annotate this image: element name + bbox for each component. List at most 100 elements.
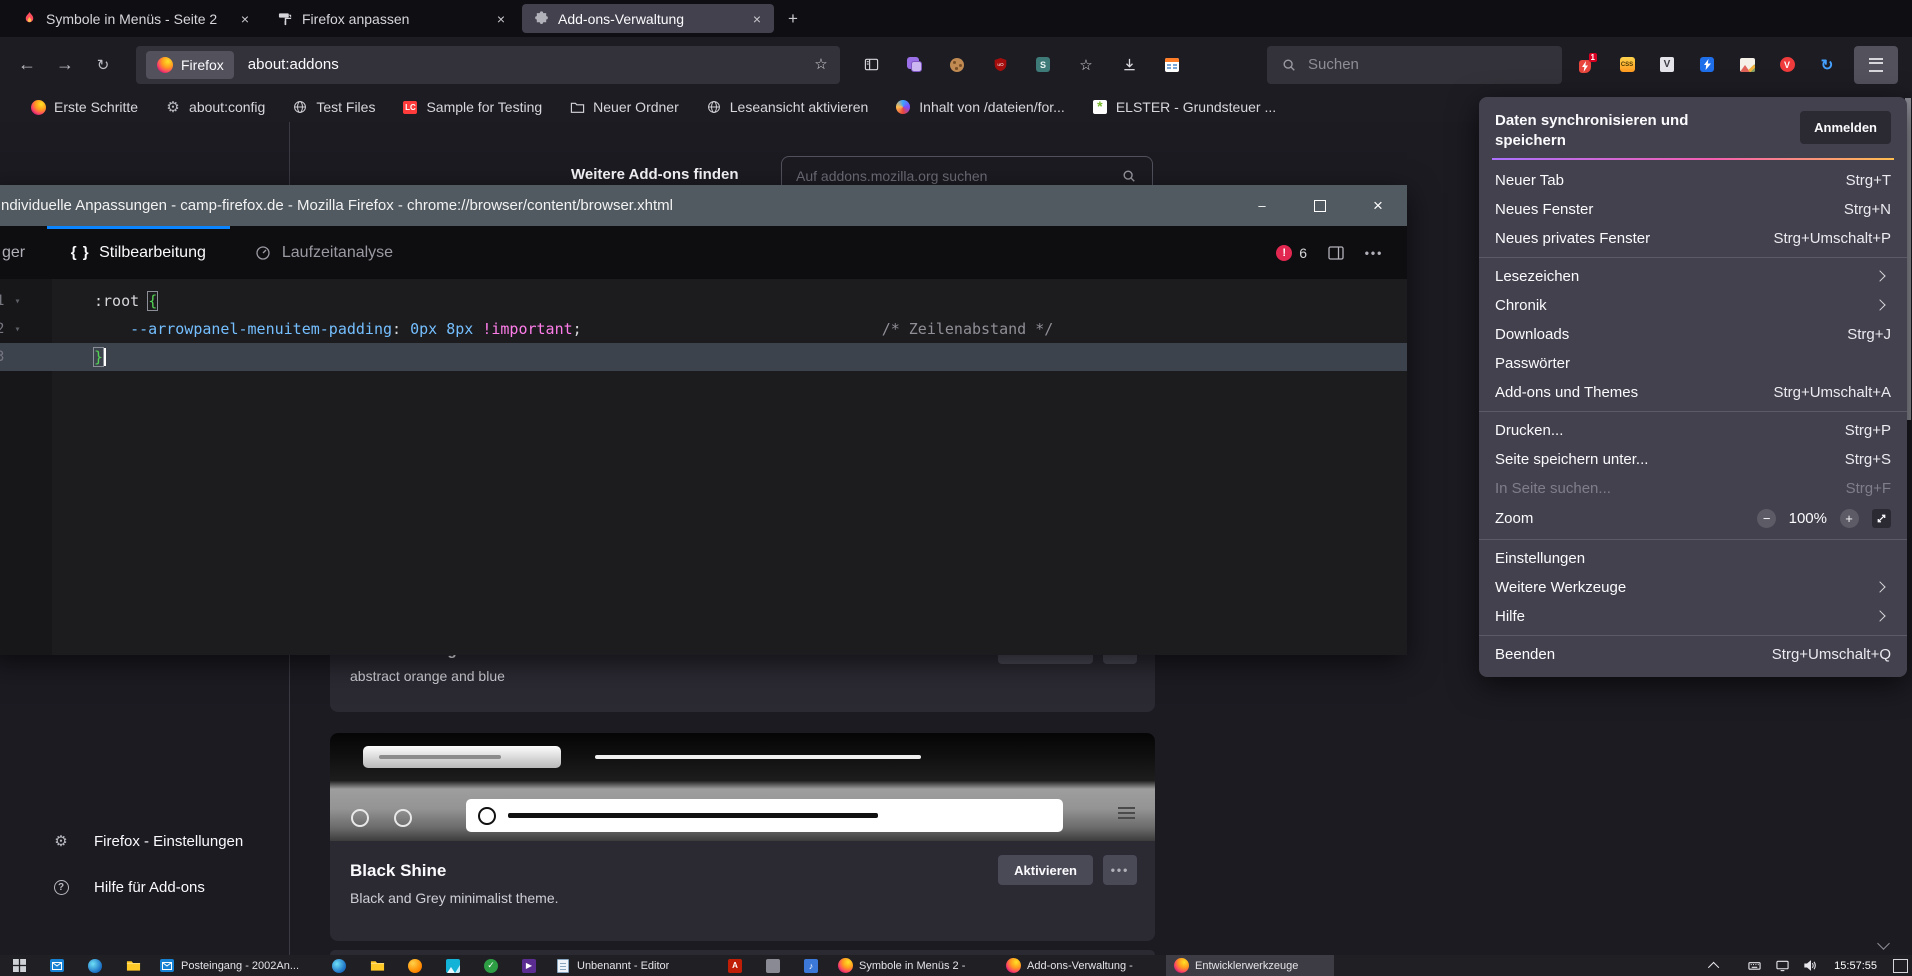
screenshot-icon[interactable] — [1738, 56, 1756, 74]
taskbar-icon-button[interactable]: ♪ — [792, 955, 830, 976]
sidebar-icon[interactable] — [862, 56, 880, 74]
reload-button[interactable]: ↻ — [84, 46, 122, 84]
bookmark-item[interactable]: Neuer Ordner — [555, 95, 692, 119]
menu-item[interactable]: Passwörter — [1479, 349, 1907, 378]
maximize-button[interactable] — [1291, 185, 1349, 226]
tray-expand-button[interactable] — [1696, 955, 1734, 976]
taskbar-icon-button[interactable] — [434, 955, 472, 976]
bookmark-star-button[interactable]: ☆ — [812, 55, 830, 74]
badge-lightning-icon[interactable]: 1 — [1578, 56, 1596, 74]
taskbar-clock[interactable]: 15:57:55 — [1834, 960, 1877, 972]
taskbar-app[interactable]: Entwicklerwerkzeuge — [1166, 955, 1334, 976]
new-tab-button[interactable]: + — [776, 4, 810, 33]
taskbar-icon-button[interactable] — [0, 955, 38, 976]
menu-item[interactable]: DownloadsStrg+J — [1479, 320, 1907, 349]
bookmark-item[interactable]: Test Files — [278, 95, 388, 119]
bookmark-item[interactable]: ⚙about:config — [151, 95, 278, 119]
partial-tab-label[interactable]: ger — [2, 244, 25, 262]
bookmark-item[interactable]: Erste Schritte — [16, 95, 151, 119]
menu-item[interactable]: Seite speichern unter...Strg+S — [1479, 445, 1907, 474]
bookmark-item[interactable]: Leseansicht aktivieren — [692, 95, 882, 119]
taskbar-icon-button[interactable] — [396, 955, 434, 976]
taskbar-icon-button[interactable] — [114, 955, 152, 976]
table-icon[interactable] — [1163, 56, 1181, 74]
tab-style-editor[interactable]: { } Stilbearbeitung — [47, 226, 230, 279]
taskbar-app[interactable]: Add-ons-Verwaltung - — [998, 955, 1166, 976]
taskbar-icon-button[interactable]: ✓ — [472, 955, 510, 976]
sidebar-item-settings[interactable]: ⚙ Firefox - Einstellungen — [52, 832, 243, 850]
menu-item[interactable]: Neuer TabStrg+T — [1479, 166, 1907, 195]
menu-item[interactable]: Chronik — [1479, 291, 1907, 320]
fullscreen-button[interactable] — [1871, 509, 1891, 529]
browser-tab[interactable]: Symbole in Menüs - Seite 2× — [10, 4, 262, 33]
download-icon[interactable] — [1120, 56, 1138, 74]
taskbar-icon-button[interactable] — [38, 955, 76, 976]
close-button[interactable]: × — [1349, 185, 1407, 226]
bookmark-item[interactable]: Inhalt von /dateien/for... — [881, 95, 1078, 119]
code-line[interactable]: 3} — [0, 343, 1407, 371]
monitor-icon[interactable] — [1774, 958, 1790, 974]
zoom-out-button[interactable]: − — [1757, 509, 1777, 529]
site-identity-chip[interactable]: Firefox — [146, 51, 234, 79]
taskbar-icon-button[interactable] — [320, 955, 358, 976]
tabs-group-icon[interactable] — [905, 56, 923, 74]
forward-button[interactable]: → — [46, 46, 84, 84]
taskbar-icon-button[interactable]: A — [716, 955, 754, 976]
stylus-icon[interactable]: S — [1034, 56, 1052, 74]
browser-tab[interactable]: Firefox anpassen× — [266, 4, 518, 33]
meatballs-icon[interactable]: ••• — [1365, 244, 1383, 262]
style-editor-code[interactable]: 1▾:root {2▾ --arrowpanel-menuitem-paddin… — [0, 279, 1407, 655]
taskbar-app[interactable]: Unbenannt - Editor — [548, 955, 716, 976]
ublock-icon[interactable]: uO — [991, 56, 1009, 74]
sync-icon[interactable]: ↻ — [1818, 56, 1836, 74]
url-bar[interactable]: Firefox about:addons ☆ — [136, 46, 840, 84]
sidebar-item-help[interactable]: ? Hilfe für Add-ons — [52, 878, 205, 896]
devtools-titlebar[interactable]: ndividuelle Anpassungen - camp-firefox.d… — [0, 185, 1407, 226]
browser-tab[interactable]: Add-ons-Verwaltung× — [522, 4, 774, 33]
back-button[interactable]: ← — [8, 46, 46, 84]
taskbar-icon-button[interactable] — [76, 955, 114, 976]
fold-arrow-icon[interactable]: ▾ — [14, 324, 20, 335]
speaker-icon[interactable] — [1802, 958, 1818, 974]
enable-theme-button[interactable]: Aktivieren — [998, 855, 1093, 885]
menu-item[interactable]: Einstellungen — [1479, 544, 1907, 573]
menu-item[interactable]: Lesezeichen — [1479, 262, 1907, 291]
touch-keyboard-icon[interactable] — [1746, 958, 1762, 974]
code-line[interactable]: 1▾:root { — [0, 287, 1407, 315]
browser-search-field[interactable]: Suchen — [1267, 46, 1562, 84]
taskbar-icon-button[interactable]: ▶ — [510, 955, 548, 976]
taskbar-icon-button[interactable] — [358, 955, 396, 976]
bookmark-star-icon[interactable]: ☆ — [1077, 56, 1095, 74]
bookmark-item[interactable]: LCSample for Testing — [388, 95, 555, 119]
menu-item[interactable]: Neues privates FensterStrg+Umschalt+P — [1479, 224, 1907, 253]
bookmark-item[interactable]: *ELSTER - Grundsteuer ... — [1078, 95, 1289, 119]
menu-item[interactable]: Drucken...Strg+P — [1479, 416, 1907, 445]
vocab-icon[interactable]: V — [1658, 56, 1676, 74]
menu-item[interactable]: Add-ons und ThemesStrg+Umschalt+A — [1479, 378, 1907, 407]
tab-close-icon[interactable]: × — [238, 10, 252, 28]
show-desktop-button[interactable] — [1893, 959, 1908, 973]
taskbar-app[interactable]: Symbole in Menüs 2 - — [830, 955, 998, 976]
menu-item[interactable]: Hilfe — [1479, 602, 1907, 631]
tab-performance[interactable]: Laufzeitanalyse — [230, 226, 417, 279]
more-options-button[interactable]: ••• — [1103, 855, 1137, 885]
scroll-down-indicator[interactable] — [1874, 934, 1892, 953]
split-panel-icon[interactable] — [1327, 244, 1345, 262]
lightning-icon[interactable] — [1698, 56, 1716, 74]
tab-close-icon[interactable]: × — [494, 10, 508, 28]
menu-item[interactable]: BeendenStrg+Umschalt+Q — [1479, 640, 1907, 669]
app-menu-button[interactable] — [1854, 46, 1898, 84]
zoom-in-button[interactable]: + — [1839, 509, 1859, 529]
menu-item[interactable]: Zoom−100%+ — [1479, 503, 1907, 535]
code-line[interactable]: 2▾ --arrowpanel-menuitem-padding: 0px 8p… — [0, 315, 1407, 343]
tab-close-icon[interactable]: × — [750, 10, 764, 28]
vivaldi-icon[interactable]: V — [1778, 56, 1796, 74]
taskbar-icon-button[interactable] — [754, 955, 792, 976]
menu-item[interactable]: Neues FensterStrg+N — [1479, 195, 1907, 224]
fold-arrow-icon[interactable]: ▾ — [14, 296, 20, 307]
sign-in-button[interactable]: Anmelden — [1800, 111, 1891, 144]
css-icon[interactable]: CSS — [1618, 56, 1636, 74]
minimize-button[interactable]: – — [1233, 185, 1291, 226]
cookie-icon[interactable] — [948, 56, 966, 74]
error-count-button[interactable]: ! 6 — [1275, 244, 1307, 262]
